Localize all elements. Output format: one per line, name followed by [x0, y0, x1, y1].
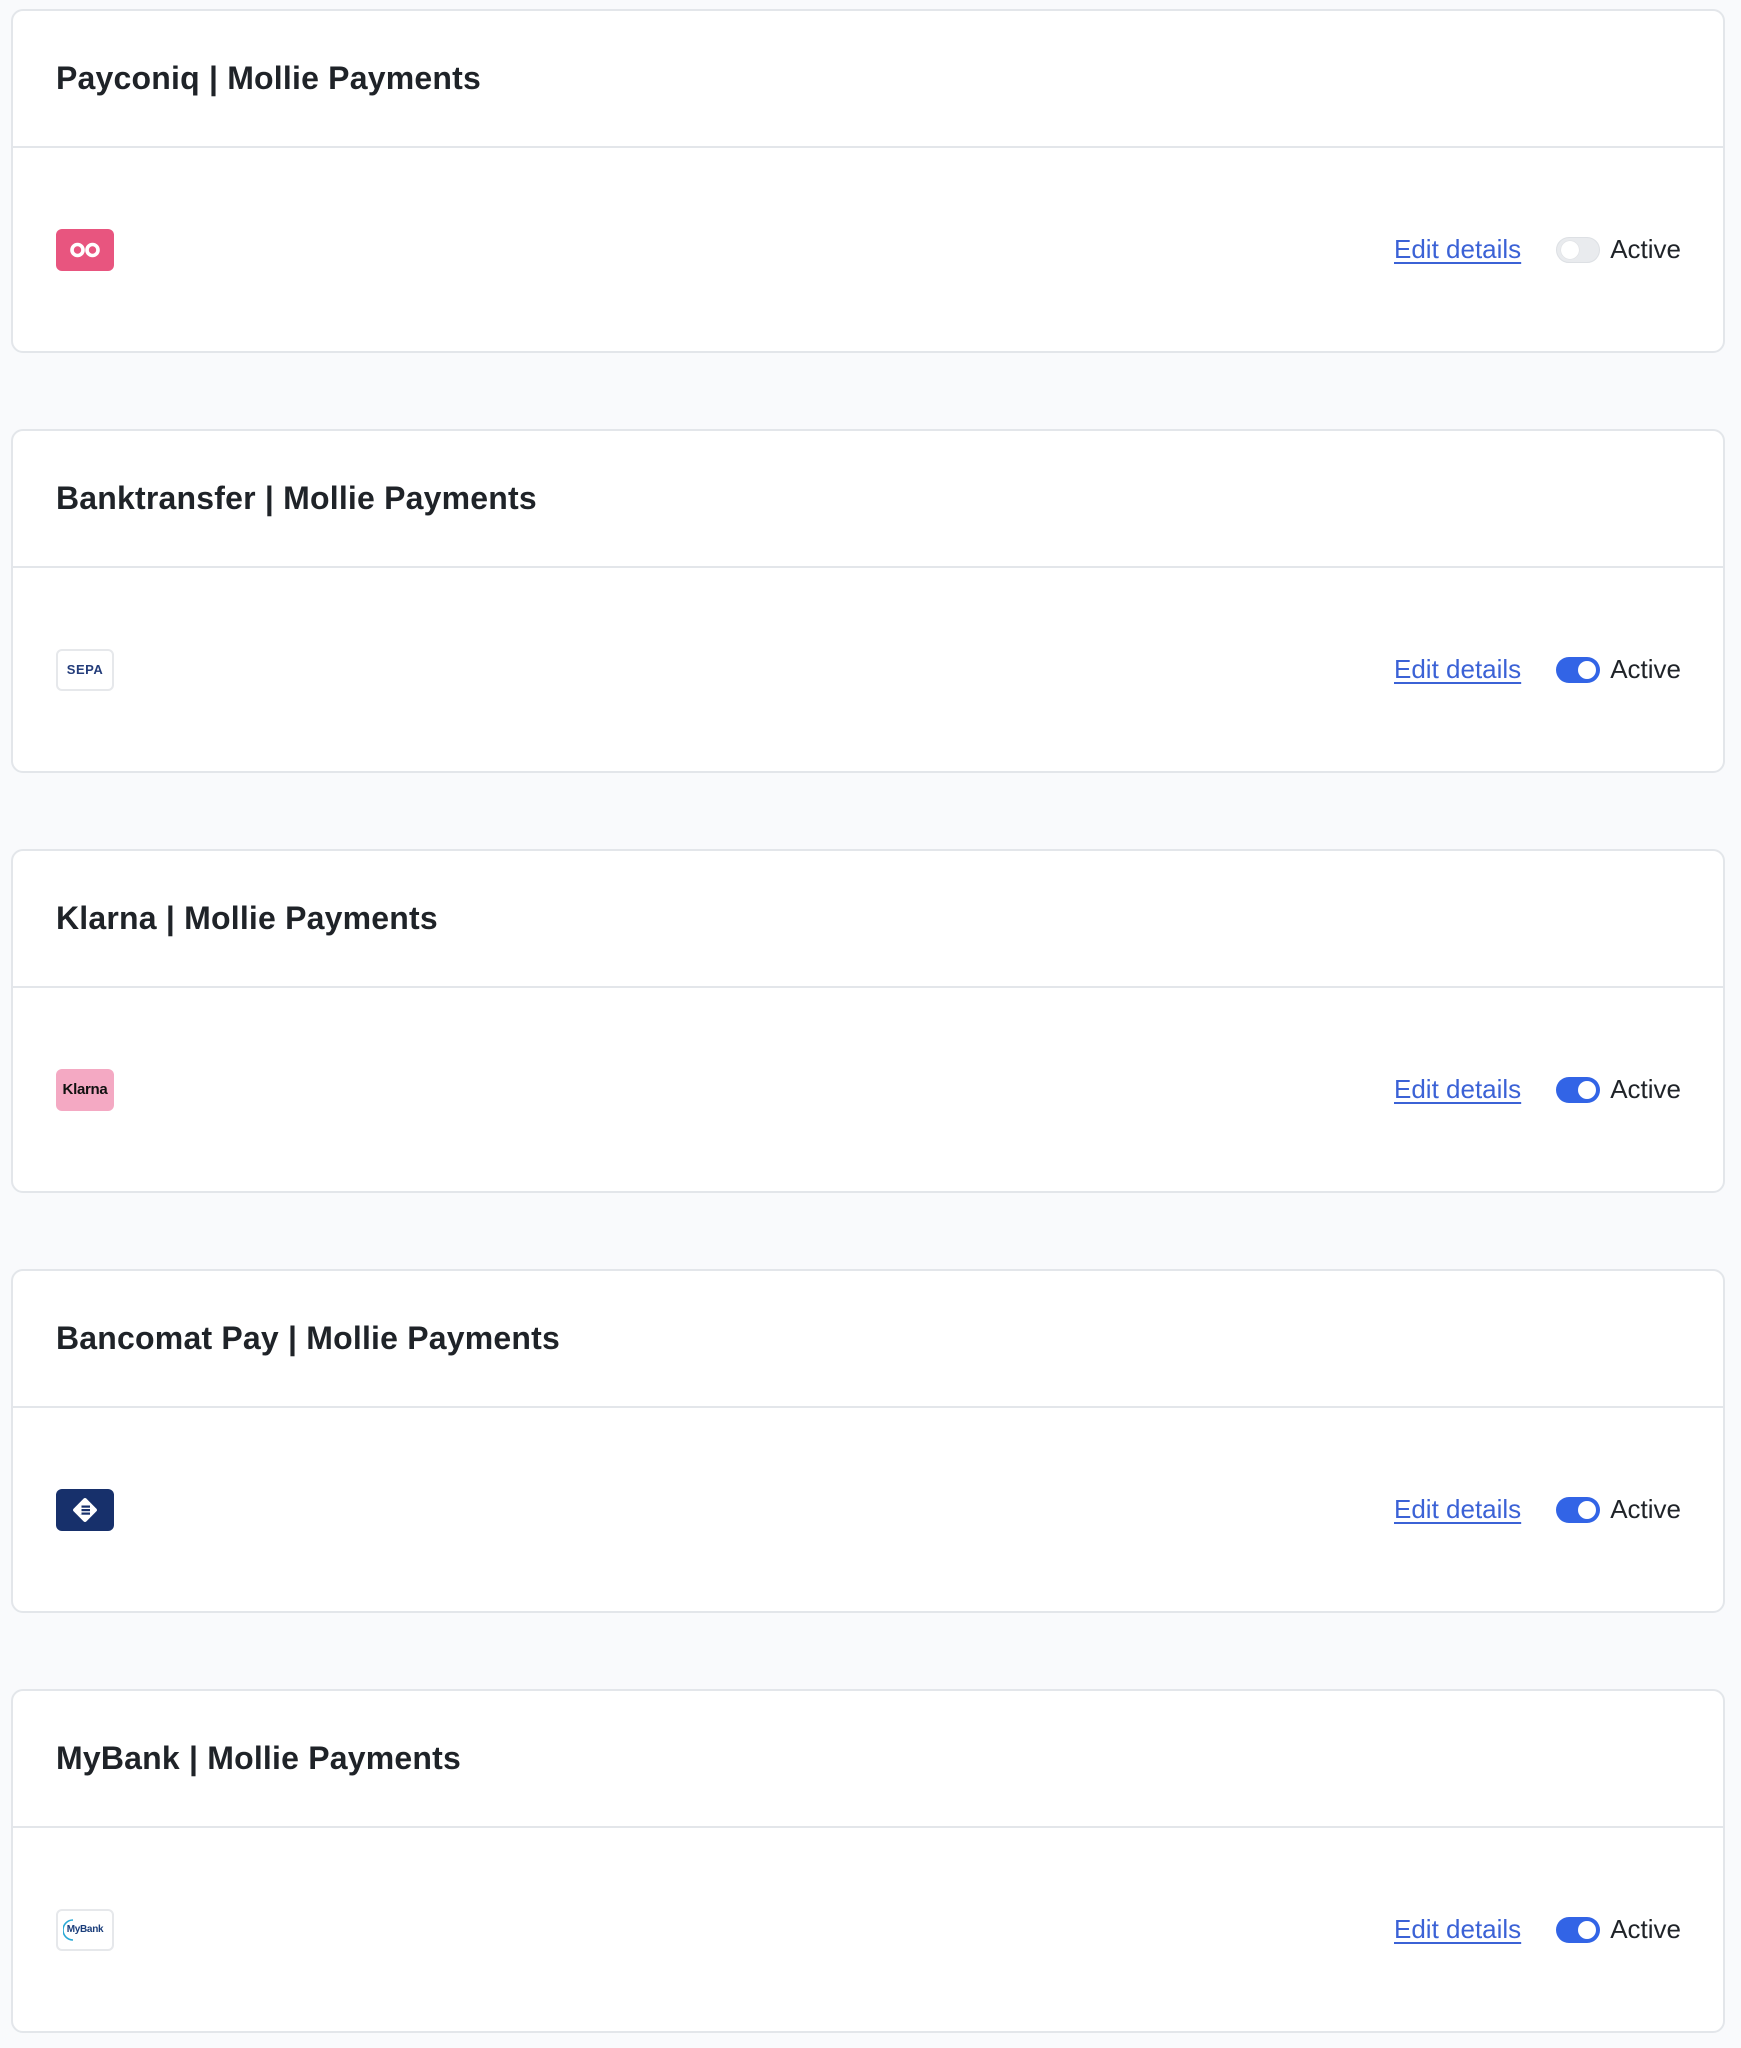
toggle-knob: [1578, 660, 1597, 679]
card-header: Payconiq | Mollie Payments: [13, 11, 1723, 148]
toggle-knob: [1578, 1080, 1597, 1099]
payment-method-card-banktransfer: Banktransfer | Mollie Payments SEPA Edit…: [11, 429, 1725, 773]
bancomat-logo-icon: [56, 1488, 114, 1531]
card-header: Klarna | Mollie Payments: [13, 851, 1723, 988]
card-header: Bancomat Pay | Mollie Payments: [13, 1271, 1723, 1408]
mybank-logo-text: MyBank: [66, 1924, 104, 1935]
card-title: Payconiq | Mollie Payments: [56, 60, 481, 96]
klarna-logo-text: Klarna: [62, 1081, 108, 1098]
payment-method-card-klarna: Klarna | Mollie Payments Klarna Edit det…: [11, 849, 1725, 1193]
edit-details-link[interactable]: Edit details: [1394, 1914, 1521, 1945]
payment-method-card-mybank: MyBank | Mollie Payments MyBank Edit det…: [11, 1689, 1725, 2033]
card-body: Edit details Active: [13, 1408, 1723, 1611]
klarna-logo-icon: Klarna: [56, 1068, 114, 1111]
card-title: Bancomat Pay | Mollie Payments: [56, 1320, 561, 1356]
card-title: Banktransfer | Mollie Payments: [56, 480, 537, 516]
sepa-logo-text: SEPA: [66, 662, 104, 677]
active-toggle-label: Active: [1610, 1074, 1681, 1104]
sepa-logo-icon: SEPA: [56, 648, 114, 691]
card-title: Klarna | Mollie Payments: [56, 900, 438, 936]
active-toggle[interactable]: [1556, 236, 1601, 263]
card-body: Edit details Active: [13, 148, 1723, 351]
active-toggle[interactable]: [1556, 656, 1601, 683]
active-toggle[interactable]: [1556, 1916, 1601, 1943]
edit-details-link[interactable]: Edit details: [1394, 234, 1521, 265]
active-toggle-label: Active: [1610, 1914, 1681, 1944]
active-toggle-label: Active: [1610, 1494, 1681, 1524]
payment-method-card-bancomat-pay: Bancomat Pay | Mollie Payments Edit deta…: [11, 1269, 1725, 1613]
card-header: MyBank | Mollie Payments: [13, 1691, 1723, 1828]
payment-method-card-payconiq: Payconiq | Mollie Payments Edit details …: [11, 9, 1725, 353]
card-title: MyBank | Mollie Payments: [56, 1740, 461, 1776]
card-body: Klarna Edit details Active: [13, 988, 1723, 1191]
edit-details-link[interactable]: Edit details: [1394, 1494, 1521, 1525]
active-toggle-label: Active: [1610, 234, 1681, 264]
active-toggle-label: Active: [1610, 654, 1681, 684]
card-body: MyBank Edit details Active: [13, 1828, 1723, 2031]
card-header: Banktransfer | Mollie Payments: [13, 431, 1723, 568]
active-toggle[interactable]: [1556, 1496, 1601, 1523]
edit-details-link[interactable]: Edit details: [1394, 654, 1521, 685]
mybank-logo-icon: MyBank: [56, 1908, 114, 1951]
edit-details-link[interactable]: Edit details: [1394, 1074, 1521, 1105]
active-toggle[interactable]: [1556, 1076, 1601, 1103]
toggle-knob: [1578, 1500, 1597, 1519]
card-body: SEPA Edit details Active: [13, 568, 1723, 771]
payment-methods-list: Payconiq | Mollie Payments Edit details …: [11, 9, 1725, 2033]
toggle-knob: [1578, 1920, 1597, 1939]
payconiq-logo-icon: [56, 228, 114, 271]
toggle-knob: [1561, 240, 1580, 259]
